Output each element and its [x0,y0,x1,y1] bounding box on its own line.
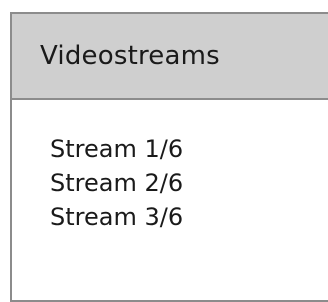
panel-header: Videostreams [12,14,328,100]
panel-title: Videostreams [40,41,220,71]
stream-item-1[interactable]: Stream 1/6 [50,132,183,166]
stream-item-3[interactable]: Stream 3/6 [50,200,183,234]
stream-list: Stream 1/6 Stream 2/6 Stream 3/6 [50,132,183,234]
stream-item-2[interactable]: Stream 2/6 [50,166,183,200]
videostreams-panel: Videostreams Stream 1/6 Stream 2/6 Strea… [10,12,328,302]
